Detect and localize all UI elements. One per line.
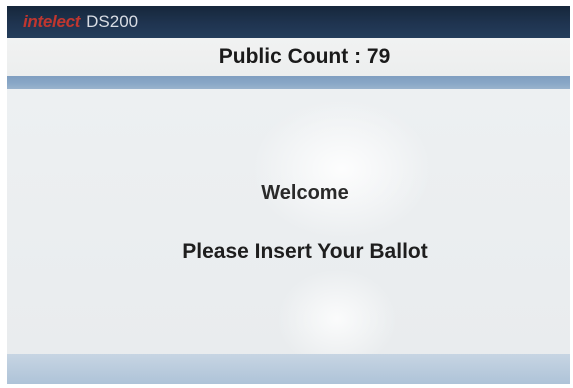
public-count-label: Public Count xyxy=(218,45,349,68)
accent-bar xyxy=(7,76,570,89)
brand: intelect DS200 xyxy=(23,10,138,34)
public-count-separator: : xyxy=(348,45,367,68)
model-name: DS200 xyxy=(86,12,139,31)
device-frame: intelect DS200 Public Count : 79 Welcome… xyxy=(0,0,573,388)
message-area: Welcome Please Insert Your Ballot xyxy=(7,89,570,354)
bottom-bar xyxy=(7,354,570,384)
title-bar: intelect DS200 xyxy=(7,6,570,38)
public-count-bar: Public Count : 79 xyxy=(7,38,570,76)
public-count-value: 79 xyxy=(366,45,391,68)
welcome-message: Welcome xyxy=(261,182,349,204)
ds200-screen: intelect DS200 Public Count : 79 Welcome… xyxy=(7,6,570,384)
insert-ballot-prompt: Please Insert Your Ballot xyxy=(182,240,428,263)
intelect-logo: intelect xyxy=(23,12,81,31)
